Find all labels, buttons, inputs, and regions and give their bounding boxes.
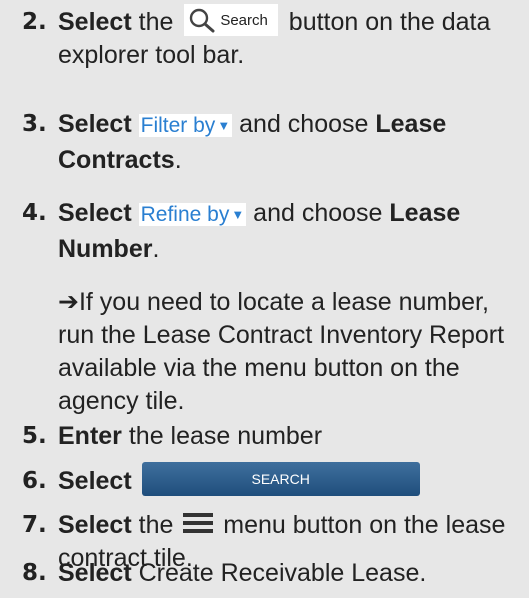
step-verb: Select [58, 559, 132, 587]
refine-by-dropdown[interactable]: Refine by ▼ [138, 203, 247, 226]
step-text: . [152, 235, 160, 263]
step-number: 8. [22, 560, 47, 586]
filter-by-label: Filter by [140, 114, 216, 137]
step-text: . [174, 146, 182, 174]
step-number: 5. [22, 423, 47, 449]
arrow-icon: ➔ [58, 287, 79, 316]
step-8: 8. Select Create Receivable Lease. [22, 557, 521, 590]
filter-by-dropdown[interactable]: Filter by ▼ [138, 114, 233, 137]
tip-note: ➔If you need to locate a lease number, r… [58, 285, 511, 418]
refine-by-label: Refine by [140, 203, 230, 226]
step-text: Create Receivable Lease. [131, 559, 427, 587]
step-5: 5. Enter the lease number [22, 420, 521, 453]
search-button[interactable]: SEARCH [141, 462, 420, 497]
instruction-steps: 2. Select the Search button on the data … [0, 0, 529, 598]
step-verb: Select [58, 467, 132, 495]
tip-text: If you need to locate a lease number, ru… [58, 288, 505, 415]
step-verb: Select [58, 199, 132, 227]
caret-down-icon: ▼ [217, 118, 231, 133]
search-button-label: Search [220, 11, 268, 29]
step-3: 3. Select Filter by ▼ and choose Lease Co… [22, 108, 521, 177]
step-number: 2. [22, 9, 47, 35]
search-icon [190, 9, 215, 33]
step-2: 2. Select the Search button on the data … [22, 4, 521, 72]
step-number: 4. [22, 200, 47, 226]
step-text: the lease number [121, 422, 323, 450]
step-number: 3. [22, 111, 47, 137]
hamburger-menu-icon[interactable] [182, 511, 214, 535]
search-toolbar-button[interactable]: Search [184, 4, 278, 37]
step-text: and choose [232, 110, 376, 138]
caret-down-icon: ▼ [231, 207, 245, 222]
step-verb: Select [58, 8, 132, 36]
step-6: 6. Select SEARCH [22, 462, 521, 499]
step-text: the [131, 8, 181, 36]
step-4: 4. Select Refine by ▼ and choose Lease Nu… [22, 197, 521, 266]
step-text: and choose [246, 199, 390, 227]
step-text: the [131, 511, 181, 539]
step-number: 6. [22, 468, 47, 494]
step-verb: Select [58, 511, 132, 539]
step-number: 7. [22, 512, 47, 538]
step-verb: Select [58, 110, 132, 138]
step-verb: Enter [58, 422, 122, 450]
